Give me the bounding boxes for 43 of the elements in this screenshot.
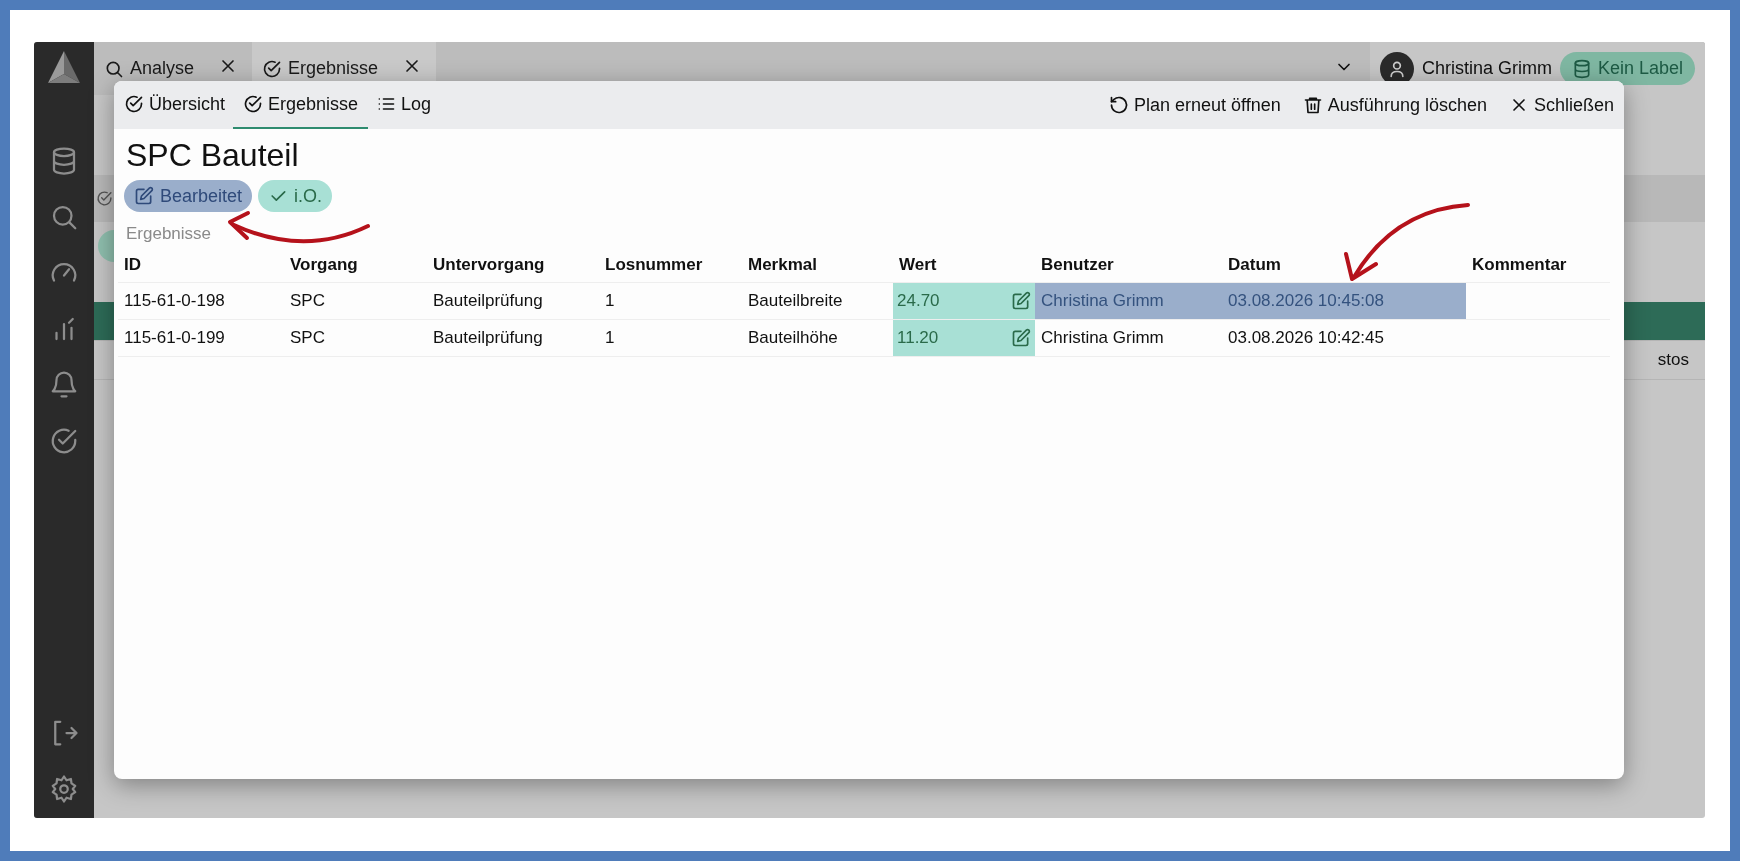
bell-icon[interactable] [49, 370, 79, 400]
table-cell: 115-61-0-198 [118, 283, 284, 320]
value-cell[interactable]: 24.70 [893, 283, 1035, 320]
table-cell: 03.08.2026 10:45:08 [1222, 283, 1466, 320]
edit-icon [1011, 328, 1031, 348]
table-cell: Bauteilprüfung [427, 320, 599, 357]
table-cell: 115-61-0-199 [118, 320, 284, 357]
check-circle-icon [262, 58, 283, 79]
column-header: Losnummer [599, 248, 742, 283]
toolbar-button[interactable]: Plan erneut öffnen [1109, 81, 1281, 129]
column-header: Kommentar [1466, 248, 1610, 283]
status-badge: i.O. [258, 180, 333, 212]
column-header: Untervorgang [427, 248, 599, 283]
table-cell: SPC [284, 320, 427, 357]
check-circle-icon [124, 94, 144, 114]
dialog-title: SPC Bauteil [126, 137, 300, 174]
table-cell: 1 [599, 283, 742, 320]
status-badge: Bearbeitet [124, 180, 253, 212]
value-cell[interactable]: 11.20 [893, 320, 1035, 357]
column-header: Merkmal [742, 248, 893, 283]
edit-icon [1011, 291, 1031, 311]
label-chip[interactable]: Kein Label [1559, 52, 1695, 85]
edit-icon [134, 186, 154, 206]
table-cell: 03.08.2026 10:42:45 [1222, 320, 1466, 357]
check-circle-icon [96, 190, 113, 207]
check-circle-icon[interactable] [49, 426, 79, 456]
toolbar-button[interactable]: Ausführung löschen [1302, 81, 1487, 129]
table-cell: 1 [599, 320, 742, 357]
settings-icon[interactable] [49, 774, 79, 804]
column-header: Vorgang [284, 248, 427, 283]
dialog-tab[interactable]: Ergebnisse [233, 81, 369, 129]
user-name: Christina Grimm [1421, 58, 1552, 79]
table-cell: SPC [284, 283, 427, 320]
restore-icon [1109, 95, 1130, 115]
section-label: Ergebnisse [126, 224, 212, 244]
trash-icon [1302, 95, 1323, 115]
table-cell: Christina Grimm [1035, 283, 1222, 320]
table-cell: Christina Grimm [1035, 320, 1222, 357]
check-circle-icon [243, 94, 264, 114]
logo-icon [46, 50, 82, 84]
table-cell: stos [1657, 350, 1689, 370]
table-cell: Bauteilprüfung [427, 283, 599, 320]
column-header: ID [118, 248, 284, 283]
